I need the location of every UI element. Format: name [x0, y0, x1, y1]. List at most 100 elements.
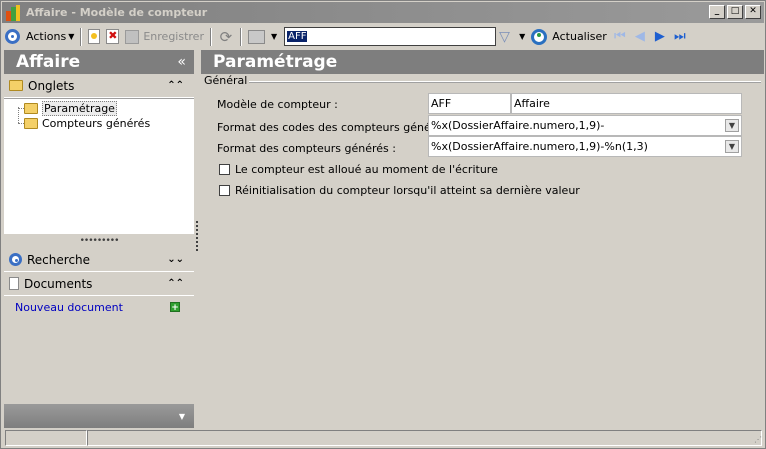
app-window: Affaire - Modèle de compteur _ □ ✕ Actio… [0, 0, 766, 449]
recherche-section-header[interactable]: Recherche ⌄⌄ [4, 248, 194, 272]
format-codes-value: %x(DossierAffaire.numero,1,9)- [431, 119, 605, 132]
filter-button[interactable]: ▽ ▼ [496, 26, 528, 48]
tabs-tree: Paramétrage Compteurs générés [4, 98, 194, 234]
caret-down-icon: ▼ [68, 32, 75, 41]
chevron-down-icon: ▼ [178, 412, 185, 421]
open-folder-icon [24, 103, 38, 114]
status-bar: ⋰ [2, 429, 764, 447]
recherche-label: Recherche [27, 252, 91, 267]
delete-icon: ✖ [106, 29, 120, 44]
save-icon [125, 29, 140, 44]
pane-header: Affaire « [4, 50, 194, 74]
close-button[interactable]: ✕ [745, 5, 761, 19]
refresh-icon [531, 28, 548, 45]
allocation-checkbox-row[interactable]: Le compteur est alloué au moment de l'éc… [219, 163, 498, 176]
print-button[interactable]: ▼ [245, 26, 280, 48]
pane-splitter-handle[interactable]: ••••••••• [4, 234, 194, 248]
print-icon [247, 29, 265, 44]
status-cell [87, 430, 762, 446]
new-icon [88, 29, 101, 44]
onglets-label: Onglets [28, 78, 75, 93]
actions-label: Actions [26, 30, 67, 43]
group-title: Général [204, 74, 248, 87]
last-icon: ⏭ [673, 28, 686, 44]
resize-grip-icon[interactable]: ⋰ [750, 434, 762, 446]
search-circle-icon [9, 253, 22, 266]
actions-menu[interactable]: Actions ▼ [23, 26, 77, 48]
next-icon: ▶ [654, 28, 665, 44]
previous-record-button[interactable]: ◀ [630, 28, 650, 46]
first-icon: ⏮ [613, 28, 626, 44]
minimize-button[interactable]: _ [709, 5, 725, 19]
search-input[interactable]: AFF [284, 27, 497, 46]
chevron-down-icon[interactable]: ▼ [725, 140, 739, 153]
navigation-pane: Affaire « Onglets ⌃⌃ Paramétrage Compteu… [4, 50, 194, 428]
modele-label: Modèle de compteur : [217, 98, 338, 111]
collapse-chevron-icon: ⌃⌃ [167, 278, 184, 289]
refresh-label: Actualiser [552, 30, 607, 43]
save-label: Enregistrer [143, 30, 204, 43]
format-codes-combo[interactable]: %x(DossierAffaire.numero,1,9)- ▼ [428, 115, 742, 136]
format-compteurs-label: Format des compteurs générés : [217, 142, 396, 155]
pane-footer[interactable]: ▼ [4, 404, 194, 428]
actions-icon [5, 29, 20, 44]
main-toolbar: Actions ▼ ✖ Enregistrer ⟳ ▼ AFF ▽ ▼ Actual… [2, 24, 764, 49]
title-bar: Affaire - Modèle de compteur _ □ ✕ [2, 2, 764, 23]
folder-icon [9, 80, 23, 91]
window-title: Affaire - Modèle de compteur [26, 6, 208, 19]
sync-button[interactable]: ⟳ [215, 26, 237, 48]
expand-chevron-icon: ⌄⌄ [167, 254, 184, 265]
search-value: AFF [287, 31, 308, 42]
chevron-down-icon[interactable]: ▼ [725, 119, 739, 132]
new-button[interactable] [85, 26, 103, 48]
group-divider [249, 81, 761, 83]
app-icon [6, 4, 20, 21]
toolbar-separator [239, 27, 242, 46]
documents-section-header[interactable]: Documents ⌃⌃ [4, 272, 194, 296]
modele-code-field[interactable]: AFF [428, 93, 511, 114]
tree-item-compteurs-generes[interactable]: Compteurs générés [24, 117, 150, 130]
prev-icon: ◀ [634, 28, 645, 44]
next-record-button[interactable]: ▶ [650, 28, 670, 46]
reset-checkbox[interactable] [219, 185, 230, 196]
collapse-pane-button[interactable]: « [177, 54, 186, 70]
toolbar-separator [80, 27, 83, 46]
status-cell [5, 430, 87, 446]
format-codes-label: Format des codes des compteurs générés : [217, 121, 455, 134]
page-title: Paramétrage [201, 50, 764, 74]
tree-item-label: Compteurs générés [42, 117, 151, 130]
caret-down-icon: ▼ [519, 32, 526, 41]
onglets-section-header[interactable]: Onglets ⌃⌃ [4, 74, 194, 98]
toolbar-separator [209, 27, 212, 46]
delete-button[interactable]: ✖ [103, 26, 122, 48]
caret-down-icon: ▼ [270, 32, 278, 41]
tree-item-label: Paramétrage [42, 101, 117, 116]
last-record-button[interactable]: ⏭ [670, 28, 690, 46]
actions-icon-button[interactable] [2, 26, 23, 48]
documents-area: Nouveau document + [4, 296, 194, 414]
reset-checkbox-label: Réinitialisation du compteur lorsqu'il a… [235, 184, 580, 197]
new-document-link[interactable]: Nouveau document [15, 301, 123, 314]
plus-icon[interactable]: + [170, 302, 180, 313]
vertical-splitter[interactable] [196, 221, 199, 251]
modele-name-field[interactable]: Affaire [511, 93, 742, 114]
documents-label: Documents [24, 276, 93, 291]
tree-item-parametrage[interactable]: Paramétrage [24, 101, 117, 116]
format-compteurs-value: %x(DossierAffaire.numero,1,9)-%n(1,3) [431, 140, 648, 153]
allocation-checkbox[interactable] [219, 164, 230, 175]
allocation-checkbox-label: Le compteur est alloué au moment de l'éc… [235, 163, 498, 176]
refresh-button[interactable]: Actualiser [528, 26, 610, 48]
save-button[interactable]: Enregistrer [122, 26, 207, 48]
sync-icon: ⟳ [219, 27, 233, 46]
reset-checkbox-row[interactable]: Réinitialisation du compteur lorsqu'il a… [219, 184, 580, 197]
tree-connector [18, 107, 19, 123]
format-compteurs-combo[interactable]: %x(DossierAffaire.numero,1,9)-%n(1,3) ▼ [428, 136, 742, 157]
pane-title: Affaire [16, 52, 81, 72]
first-record-button[interactable]: ⏮ [610, 28, 630, 46]
maximize-button[interactable]: □ [727, 5, 743, 19]
collapse-chevron-icon: ⌃⌃ [167, 80, 184, 91]
filter-icon: ▽ [499, 28, 510, 45]
document-icon [9, 277, 19, 290]
main-content: Paramétrage Général Modèle de compteur :… [201, 50, 764, 428]
folder-icon [24, 118, 38, 129]
